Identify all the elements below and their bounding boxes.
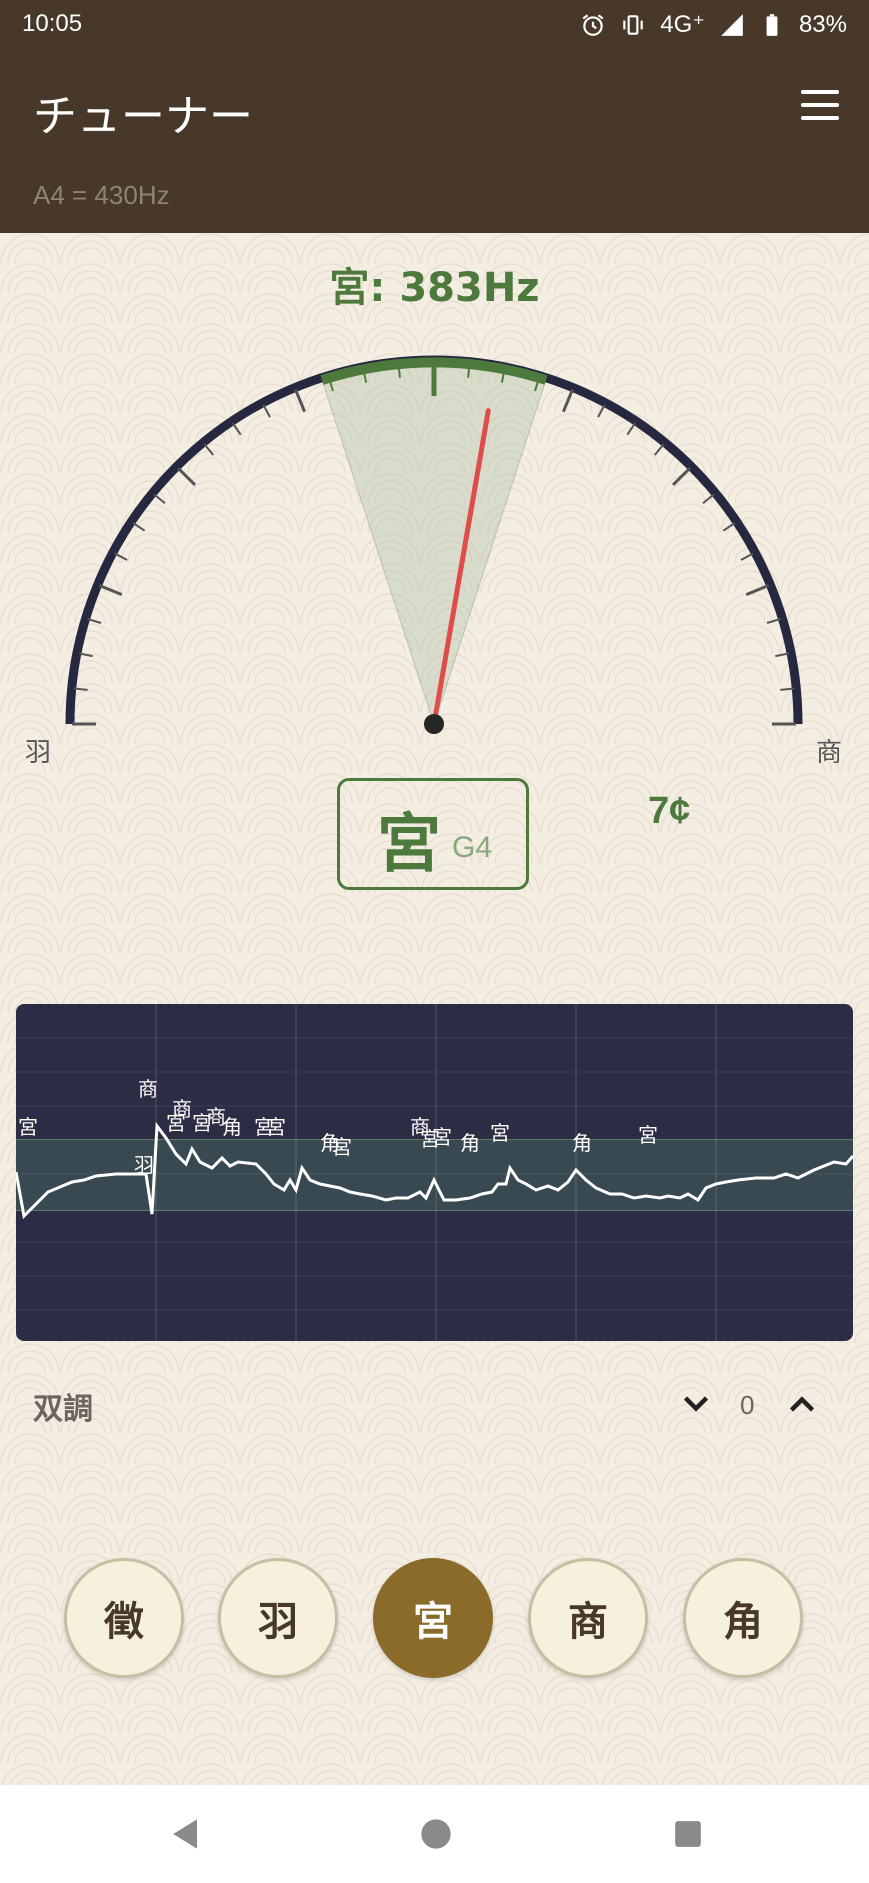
vibrate-icon: [623, 14, 644, 35]
graph-note-label: 宮: [166, 1111, 186, 1135]
gauge-tick: [114, 552, 128, 561]
gauge-tick: [262, 404, 271, 418]
mode-row: 双調 0: [0, 1378, 869, 1438]
tuner-gauge: [65, 355, 803, 734]
pitch-history-graph: 宮商羽商宮角宮宮商宮角宮商宮宮角宮角宮: [16, 1004, 853, 1341]
gauge-tick: [294, 388, 307, 413]
graph-note-label: 宮: [432, 1125, 452, 1149]
gauge-tick: [78, 652, 93, 658]
graph-note-label: 角: [572, 1131, 592, 1155]
recents-icon[interactable]: [666, 1812, 710, 1856]
pitch-history-plot: 宮商羽商宮 角宮 宮商 宮角宮商宮宮角宮角宮: [16, 1004, 853, 1341]
current-note-western: G4: [452, 831, 493, 864]
gauge-tick: [561, 388, 574, 413]
gauge-tick: [775, 652, 790, 658]
menu-icon-line: [801, 116, 839, 120]
app-title: チューナー: [33, 91, 253, 142]
battery-icon: [766, 13, 778, 36]
battery-percent: 83%: [798, 10, 847, 38]
graph-note-label: 宮: [266, 1115, 286, 1139]
note-selector: 徵 羽 宮 商 角: [0, 1556, 869, 1686]
gauge-tick: [203, 443, 215, 456]
back-icon[interactable]: [164, 1812, 208, 1856]
gauge-tick: [780, 687, 795, 691]
note-button-kaku[interactable]: 角: [683, 1558, 803, 1678]
chevron-up-icon[interactable]: [784, 1386, 820, 1422]
gauge-tick: [671, 466, 692, 487]
gauge-tick: [626, 422, 636, 436]
gauge-tick: [232, 422, 242, 436]
note-button-chi[interactable]: 徵: [64, 1558, 184, 1678]
note-button-sho[interactable]: 商: [528, 1558, 648, 1678]
mode-label[interactable]: 双調: [33, 1384, 93, 1428]
menu-icon-line: [801, 90, 839, 94]
graph-note-label: 宮: [490, 1121, 510, 1145]
navigation-bar: [0, 1785, 869, 1883]
gauge-tick: [740, 552, 754, 561]
gauge-tick: [98, 584, 123, 597]
signal-icon: [721, 13, 743, 36]
note-button-kyu[interactable]: 宮: [373, 1558, 493, 1678]
graph-note-label: 宮: [18, 1115, 38, 1139]
current-note: 宮: [377, 808, 441, 882]
status-bar: 10:05 4G⁺ 83%: [0, 0, 869, 48]
graph-note-label: 角: [460, 1131, 480, 1155]
gauge-tick: [153, 493, 166, 505]
graph-note-label: 商: [138, 1077, 158, 1101]
gauge-tick: [597, 404, 606, 418]
gauge-tick: [653, 443, 665, 456]
graph-note-label: 宮: [332, 1135, 352, 1159]
gauge-tick: [702, 493, 715, 505]
menu-button[interactable]: [801, 90, 839, 120]
app-bar: チューナー A4 = 430Hz: [0, 48, 869, 233]
graph-note-labels: 宮商羽商宮 角宮 宮商 宮角宮商宮宮角宮角宮: [18, 1077, 658, 1177]
graph-note-label: 宮: [638, 1123, 658, 1147]
gauge-tick: [766, 617, 781, 624]
note-button-u[interactable]: 羽: [218, 1558, 338, 1678]
gauge-tick: [132, 522, 146, 532]
gauge-tick: [467, 363, 471, 378]
home-icon[interactable]: [414, 1812, 458, 1856]
gauge-right-label: 商: [816, 738, 843, 768]
network-type: 4G⁺: [660, 11, 705, 38]
chevron-down-icon[interactable]: [678, 1386, 714, 1422]
gauge-tick: [176, 466, 197, 487]
reference-pitch[interactable]: A4 = 430Hz: [33, 180, 170, 211]
menu-icon-line: [801, 103, 839, 107]
gauge-tick: [73, 687, 88, 691]
gauge-tick: [397, 363, 401, 378]
gauge-tick: [87, 617, 102, 624]
graph-note-label: 商: [206, 1105, 226, 1129]
in-tune-zone: [321, 361, 547, 726]
needle-pivot: [424, 714, 444, 734]
gauge-left-label: 羽: [25, 738, 52, 768]
alarm-icon: [582, 13, 604, 36]
current-note-box: 宮 G4: [337, 778, 529, 890]
gauge-tick: [745, 584, 770, 597]
status-time: 10:05: [22, 10, 83, 37]
graph-note-label: 羽: [134, 1153, 154, 1177]
gauge-tick: [722, 522, 736, 532]
status-icons: 4G⁺ 83%: [580, 10, 847, 39]
transpose-value: 0: [740, 1390, 755, 1420]
cents-offset: 7¢: [648, 790, 691, 832]
